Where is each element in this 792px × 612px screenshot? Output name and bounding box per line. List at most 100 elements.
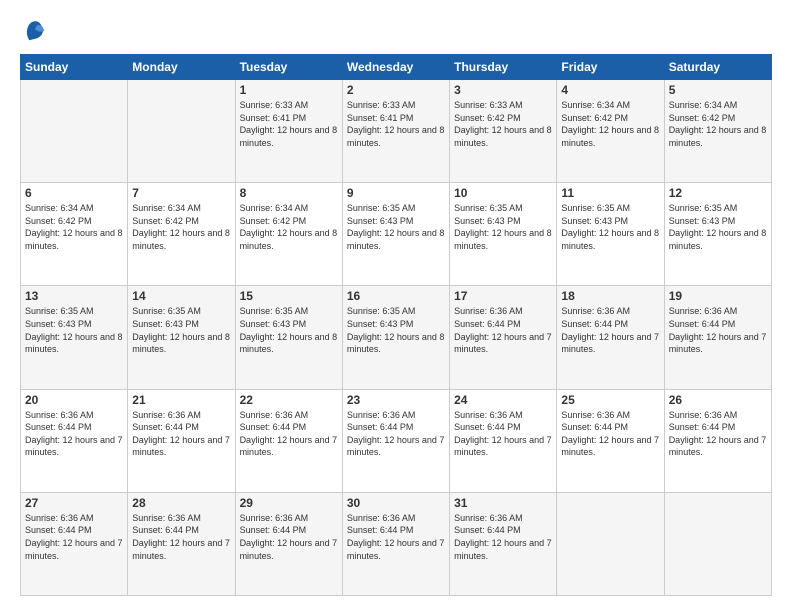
day-cell: 24 Sunrise: 6:36 AM Sunset: 6:44 PM Dayli… [450, 389, 557, 492]
day-detail: Sunrise: 6:33 AM Sunset: 6:41 PM Dayligh… [240, 99, 338, 149]
day-cell: 8 Sunrise: 6:34 AM Sunset: 6:42 PM Daylig… [235, 183, 342, 286]
day-detail: Sunrise: 6:34 AM Sunset: 6:42 PM Dayligh… [240, 202, 338, 252]
week-row-3: 13 Sunrise: 6:35 AM Sunset: 6:43 PM Dayli… [21, 286, 772, 389]
day-number: 31 [454, 496, 552, 510]
day-cell: 16 Sunrise: 6:35 AM Sunset: 6:43 PM Dayli… [342, 286, 449, 389]
day-cell: 1 Sunrise: 6:33 AM Sunset: 6:41 PM Daylig… [235, 80, 342, 183]
week-row-2: 6 Sunrise: 6:34 AM Sunset: 6:42 PM Daylig… [21, 183, 772, 286]
week-row-1: 1 Sunrise: 6:33 AM Sunset: 6:41 PM Daylig… [21, 80, 772, 183]
day-number: 24 [454, 393, 552, 407]
day-number: 7 [132, 186, 230, 200]
day-detail: Sunrise: 6:33 AM Sunset: 6:42 PM Dayligh… [454, 99, 552, 149]
day-detail: Sunrise: 6:33 AM Sunset: 6:41 PM Dayligh… [347, 99, 445, 149]
day-number: 9 [347, 186, 445, 200]
day-cell: 27 Sunrise: 6:36 AM Sunset: 6:44 PM Dayli… [21, 492, 128, 595]
day-number: 22 [240, 393, 338, 407]
day-cell: 11Sunrise: 6:35 AM Sunset: 6:43 PM Dayli… [557, 183, 664, 286]
day-number: 8 [240, 186, 338, 200]
day-cell: 22Sunrise: 6:36 AM Sunset: 6:44 PM Dayli… [235, 389, 342, 492]
day-detail: Sunrise: 6:36 AM Sunset: 6:44 PM Dayligh… [25, 409, 123, 459]
day-number: 17 [454, 289, 552, 303]
day-number: 19 [669, 289, 767, 303]
day-detail: Sunrise: 6:35 AM Sunset: 6:43 PM Dayligh… [132, 305, 230, 355]
day-cell: 4Sunrise: 6:34 AM Sunset: 6:42 PM Daylig… [557, 80, 664, 183]
day-detail: Sunrise: 6:34 AM Sunset: 6:42 PM Dayligh… [669, 99, 767, 149]
day-detail: Sunrise: 6:36 AM Sunset: 6:44 PM Dayligh… [454, 409, 552, 459]
day-number: 16 [347, 289, 445, 303]
day-number: 27 [25, 496, 123, 510]
day-number: 2 [347, 83, 445, 97]
header-row: SundayMondayTuesdayWednesdayThursdayFrid… [21, 55, 772, 80]
day-cell: 25 Sunrise: 6:36 AM Sunset: 6:44 PM Dayli… [557, 389, 664, 492]
day-detail: Sunrise: 6:36 AM Sunset: 6:44 PM Dayligh… [454, 512, 552, 562]
day-cell: 15 Sunrise: 6:35 AM Sunset: 6:43 PM Dayli… [235, 286, 342, 389]
day-cell: 17 Sunrise: 6:36 AM Sunset: 6:44 PM Dayli… [450, 286, 557, 389]
day-number: 3 [454, 83, 552, 97]
day-cell: 12Sunrise: 6:35 AM Sunset: 6:43 PM Dayli… [664, 183, 771, 286]
day-number: 20 [25, 393, 123, 407]
day-header-sunday: Sunday [21, 55, 128, 80]
day-detail: Sunrise: 6:36 AM Sunset: 6:44 PM Dayligh… [347, 512, 445, 562]
day-header-friday: Friday [557, 55, 664, 80]
day-detail: Sunrise: 6:36 AM Sunset: 6:44 PM Dayligh… [25, 512, 123, 562]
day-cell [557, 492, 664, 595]
day-number: 1 [240, 83, 338, 97]
day-header-saturday: Saturday [664, 55, 771, 80]
day-number: 15 [240, 289, 338, 303]
day-detail: Sunrise: 6:36 AM Sunset: 6:44 PM Dayligh… [132, 512, 230, 562]
day-cell [128, 80, 235, 183]
calendar-table: SundayMondayTuesdayWednesdayThursdayFrid… [20, 54, 772, 596]
day-detail: Sunrise: 6:35 AM Sunset: 6:43 PM Dayligh… [454, 202, 552, 252]
day-cell: 23Sunrise: 6:36 AM Sunset: 6:44 PM Dayli… [342, 389, 449, 492]
day-number: 4 [561, 83, 659, 97]
calendar-page: SundayMondayTuesdayWednesdayThursdayFrid… [0, 0, 792, 612]
day-number: 25 [561, 393, 659, 407]
day-cell: 9 Sunrise: 6:35 AM Sunset: 6:43 PM Daylig… [342, 183, 449, 286]
header [20, 16, 772, 44]
day-cell: 19 Sunrise: 6:36 AM Sunset: 6:44 PM Dayli… [664, 286, 771, 389]
day-number: 18 [561, 289, 659, 303]
day-detail: Sunrise: 6:35 AM Sunset: 6:43 PM Dayligh… [240, 305, 338, 355]
day-number: 13 [25, 289, 123, 303]
day-detail: Sunrise: 6:34 AM Sunset: 6:42 PM Dayligh… [25, 202, 123, 252]
day-number: 29 [240, 496, 338, 510]
day-cell: 21 Sunrise: 6:36 AM Sunset: 6:44 PM Dayli… [128, 389, 235, 492]
day-header-wednesday: Wednesday [342, 55, 449, 80]
day-cell: 29 Sunrise: 6:36 AM Sunset: 6:44 PM Dayli… [235, 492, 342, 595]
day-number: 28 [132, 496, 230, 510]
logo-icon [20, 16, 48, 44]
day-detail: Sunrise: 6:35 AM Sunset: 6:43 PM Dayligh… [669, 202, 767, 252]
day-cell [21, 80, 128, 183]
day-cell: 28 Sunrise: 6:36 AM Sunset: 6:44 PM Dayli… [128, 492, 235, 595]
day-number: 6 [25, 186, 123, 200]
day-number: 26 [669, 393, 767, 407]
day-number: 5 [669, 83, 767, 97]
day-detail: Sunrise: 6:36 AM Sunset: 6:44 PM Dayligh… [561, 305, 659, 355]
day-detail: Sunrise: 6:36 AM Sunset: 6:44 PM Dayligh… [347, 409, 445, 459]
day-header-tuesday: Tuesday [235, 55, 342, 80]
day-detail: Sunrise: 6:36 AM Sunset: 6:44 PM Dayligh… [240, 512, 338, 562]
week-row-4: 20 Sunrise: 6:36 AM Sunset: 6:44 PM Dayli… [21, 389, 772, 492]
day-detail: Sunrise: 6:35 AM Sunset: 6:43 PM Dayligh… [347, 202, 445, 252]
day-cell: 2 Sunrise: 6:33 AM Sunset: 6:41 PM Daylig… [342, 80, 449, 183]
day-detail: Sunrise: 6:36 AM Sunset: 6:44 PM Dayligh… [454, 305, 552, 355]
day-detail: Sunrise: 6:35 AM Sunset: 6:43 PM Dayligh… [347, 305, 445, 355]
day-detail: Sunrise: 6:36 AM Sunset: 6:44 PM Dayligh… [132, 409, 230, 459]
day-cell: 31 Sunrise: 6:36 AM Sunset: 6:44 PM Dayli… [450, 492, 557, 595]
day-cell: 26Sunrise: 6:36 AM Sunset: 6:44 PM Dayli… [664, 389, 771, 492]
day-cell: 3 Sunrise: 6:33 AM Sunset: 6:42 PM Daylig… [450, 80, 557, 183]
day-header-monday: Monday [128, 55, 235, 80]
day-header-thursday: Thursday [450, 55, 557, 80]
day-detail: Sunrise: 6:35 AM Sunset: 6:43 PM Dayligh… [561, 202, 659, 252]
week-row-5: 27 Sunrise: 6:36 AM Sunset: 6:44 PM Dayli… [21, 492, 772, 595]
day-cell: 14 Sunrise: 6:35 AM Sunset: 6:43 PM Dayli… [128, 286, 235, 389]
day-number: 14 [132, 289, 230, 303]
day-number: 21 [132, 393, 230, 407]
day-cell: 10Sunrise: 6:35 AM Sunset: 6:43 PM Dayli… [450, 183, 557, 286]
day-cell: 5 Sunrise: 6:34 AM Sunset: 6:42 PM Daylig… [664, 80, 771, 183]
day-detail: Sunrise: 6:36 AM Sunset: 6:44 PM Dayligh… [561, 409, 659, 459]
day-cell: 18 Sunrise: 6:36 AM Sunset: 6:44 PM Dayli… [557, 286, 664, 389]
day-detail: Sunrise: 6:36 AM Sunset: 6:44 PM Dayligh… [669, 305, 767, 355]
day-detail: Sunrise: 6:34 AM Sunset: 6:42 PM Dayligh… [132, 202, 230, 252]
day-cell: 20 Sunrise: 6:36 AM Sunset: 6:44 PM Dayli… [21, 389, 128, 492]
